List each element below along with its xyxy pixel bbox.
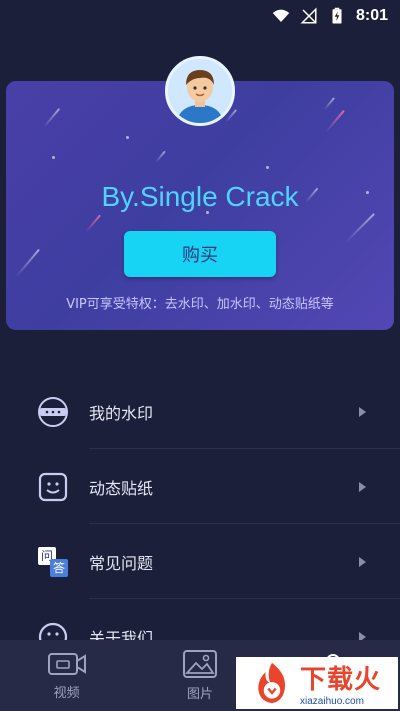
flame-logo-icon [258,662,286,704]
menu-item-faq[interactable]: 问 答 常见问题 [0,524,400,599]
chevron-right-icon [359,406,366,417]
menu-item-label: 常见问题 [89,553,154,573]
watermark-icon [37,396,69,428]
watermark-url: xiazaihuo.com [300,696,364,707]
chevron-right-icon [359,481,366,492]
battery-charging-icon [332,7,342,24]
user-avatar-icon [168,59,232,123]
menu-item-label: 动态贴纸 [89,478,154,498]
status-bar: 8:01 [0,0,400,32]
video-icon [47,653,86,675]
username: By.Single Crack [101,181,299,212]
watermark-title: 下载火 [300,665,382,695]
avatar[interactable] [165,56,235,126]
buy-button[interactable]: 购买 [124,231,276,277]
image-icon [182,650,217,678]
tab-video[interactable]: 视频 [0,640,133,711]
faq-answer-glyph: 答 [50,558,68,577]
chevron-right-icon [359,556,366,567]
tab-video-label: 视频 [53,686,80,701]
sticker-icon [37,471,69,503]
menu-item-label: 我的水印 [89,403,154,423]
menu-item-my-watermark[interactable]: 我的水印 [0,374,400,449]
site-watermark: 下载火 xiazaihuo.com [236,657,398,709]
vip-description: VIP可享受特权：去水印、加水印、动态贴纸等 [66,297,334,312]
wifi-icon [272,9,290,22]
status-time: 8:01 [355,7,388,24]
tab-image-label: 图片 [186,687,213,702]
settings-menu: 我的水印 动态贴纸 问 答 常见问题 关于我们 [0,374,400,674]
no-signal-icon [300,7,317,24]
menu-item-dynamic-stickers[interactable]: 动态贴纸 [0,449,400,524]
faq-icon: 问 答 [37,546,69,578]
